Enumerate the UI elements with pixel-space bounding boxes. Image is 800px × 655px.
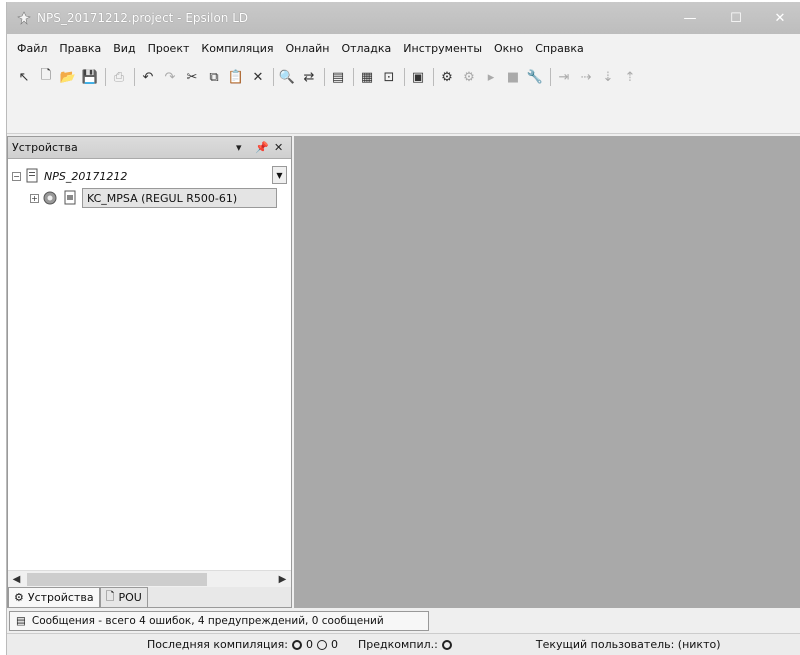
app-window: NPS_20171212.project - Epsilon LD — ☐ ✕ … — [6, 2, 800, 655]
project-name: NPS_20171212 — [44, 169, 128, 183]
pointer-icon[interactable]: ↖ — [15, 68, 33, 86]
warning-count: 0 — [331, 638, 338, 651]
devices-panel-title: Устройства — [12, 141, 78, 154]
tools-icon[interactable]: 🔧 — [526, 68, 544, 86]
device-icon[interactable]: ▤ — [329, 68, 347, 86]
toolbar-separator — [324, 68, 325, 86]
error-status-icon — [292, 639, 302, 650]
editor-workspace[interactable] — [294, 136, 800, 608]
toolbar-separator — [353, 68, 354, 86]
print-icon[interactable]: ⎙ — [110, 68, 128, 86]
selected-device-label[interactable]: KC_MPSA (REGUL R500-61) — [82, 188, 277, 208]
messages-tab[interactable]: ▤ Сообщения - всего 4 ошибок, 4 предупре… — [9, 611, 429, 631]
insert-icon[interactable]: ▦ — [358, 68, 376, 86]
save-icon[interactable]: 💾 — [81, 68, 99, 86]
logout-icon[interactable]: ⚙ — [460, 68, 478, 86]
maximize-button[interactable]: ☐ — [713, 2, 759, 34]
tree-device-row[interactable]: + KC_MPSA (REGUL R500-61) — [12, 187, 289, 209]
precompile-status-icon — [441, 639, 452, 650]
error-count: 0 — [306, 638, 313, 651]
scroll-left-icon[interactable]: ◀ — [8, 571, 25, 588]
device-file-icon — [62, 190, 78, 206]
delete-icon[interactable]: ✕ — [249, 68, 267, 86]
pin-icon[interactable]: 📌 — [255, 141, 269, 154]
login-icon[interactable]: ⚙ — [438, 68, 456, 86]
secondary-toolbar — [7, 92, 800, 134]
new-file-icon[interactable]: 🗋 — [37, 68, 55, 86]
undo-icon[interactable]: ↶ — [139, 68, 157, 86]
step-out-icon[interactable]: ⇡ — [621, 68, 639, 86]
redo-icon[interactable]: ↷ — [161, 68, 179, 86]
toolbar-separator — [273, 68, 274, 86]
breakpoint-icon[interactable]: ⇥ — [555, 68, 573, 86]
run-icon[interactable]: ▸ — [482, 68, 500, 86]
menu-window[interactable]: Окно — [494, 42, 523, 55]
device-tree: − NPS_20171212 ▼ + KC_MPSA (REGUL R500-6… — [12, 165, 289, 209]
menu-view[interactable]: Вид — [113, 42, 135, 55]
pou-tab-icon: 🗋 — [105, 590, 115, 603]
minimize-button[interactable]: — — [667, 2, 713, 34]
cut-icon[interactable]: ✂ — [183, 68, 201, 86]
menu-tools[interactable]: Инструменты — [403, 42, 482, 55]
menu-bar: Файл Правка Вид Проект Компиляция Онлайн… — [7, 34, 800, 62]
menu-project[interactable]: Проект — [148, 42, 190, 55]
warning-status-icon — [317, 639, 327, 650]
messages-summary: Сообщения - всего 4 ошибок, 4 предупрежд… — [31, 615, 384, 627]
menu-help[interactable]: Справка — [535, 42, 583, 55]
horizontal-scrollbar[interactable]: ◀ ▶ — [8, 570, 291, 587]
last-compile-label: Последняя компиляция: — [147, 638, 288, 651]
open-folder-icon[interactable]: 📂 — [59, 68, 77, 86]
status-bar: Последняя компиляция: 0 0 Предкомпил.: Т… — [7, 633, 800, 655]
app-logo-icon — [17, 11, 31, 25]
stop-icon[interactable]: ■ — [504, 68, 522, 86]
new-object-icon[interactable]: ⊡ — [380, 68, 398, 86]
tab-devices[interactable]: ⚙ Устройства — [8, 587, 100, 607]
toolbar-separator — [404, 68, 405, 86]
step-over-icon[interactable]: ⇢ — [577, 68, 595, 86]
replace-icon[interactable]: ⇄ — [300, 68, 318, 86]
messages-icon: ▤ — [16, 615, 26, 627]
expand-icon[interactable]: + — [30, 193, 39, 203]
build-icon[interactable]: ▣ — [409, 68, 427, 86]
copy-icon[interactable]: ⧉ — [205, 68, 223, 86]
scroll-right-icon[interactable]: ▶ — [274, 571, 291, 588]
tab-pou[interactable]: 🗋 POU — [99, 587, 148, 607]
devices-panel: Устройства ▾ 📌 ✕ − NPS_20171212 ▼ + KC_M… — [7, 136, 292, 608]
toolbar-separator — [433, 68, 434, 86]
toolbar-separator — [105, 68, 106, 86]
panel-close-icon[interactable]: ✕ — [274, 141, 283, 154]
tree-root-row[interactable]: − NPS_20171212 ▼ — [12, 165, 289, 187]
project-icon — [24, 168, 40, 184]
menu-file[interactable]: Файл — [17, 42, 47, 55]
toolbar-separator — [134, 68, 135, 86]
tree-dropdown-button[interactable]: ▼ — [272, 166, 287, 184]
devices-panel-header: Устройства ▾ 📌 ✕ — [8, 137, 291, 159]
scrollbar-thumb[interactable] — [27, 572, 207, 586]
current-user: Текущий пользователь: (никто) — [535, 638, 721, 651]
window-title: NPS_20171212.project - Epsilon LD — [37, 11, 249, 25]
main-toolbar: ↖ 🗋 📂 💾 ⎙ ↶ ↷ ✂ ⧉ 📋 ✕ 🔍 ⇄ ▤ ▦ ⊡ ▣ ⚙ ⚙ ▸ … — [7, 62, 800, 92]
collapse-icon[interactable]: − — [12, 171, 21, 181]
gear-icon — [42, 190, 58, 206]
title-bar[interactable]: NPS_20171212.project - Epsilon LD — ☐ ✕ — [7, 2, 800, 34]
paste-icon[interactable]: 📋 — [227, 68, 245, 86]
menu-debug[interactable]: Отладка — [341, 42, 391, 55]
close-button[interactable]: ✕ — [757, 2, 800, 34]
menu-build[interactable]: Компиляция — [201, 42, 273, 55]
panel-tabs: ⚙ Устройства 🗋 POU — [8, 587, 291, 607]
step-into-icon[interactable]: ⇣ — [599, 68, 617, 86]
toolbar-separator — [550, 68, 551, 86]
find-icon[interactable]: 🔍 — [278, 68, 296, 86]
panel-dropdown-icon[interactable]: ▾ — [236, 141, 242, 154]
messages-bar: ▤ Сообщения - всего 4 ошибок, 4 предупре… — [7, 610, 800, 632]
devices-tab-icon: ⚙ — [14, 591, 24, 604]
menu-edit[interactable]: Правка — [59, 42, 101, 55]
precompile-label: Предкомпил.: — [358, 638, 438, 651]
menu-online[interactable]: Онлайн — [285, 42, 329, 55]
